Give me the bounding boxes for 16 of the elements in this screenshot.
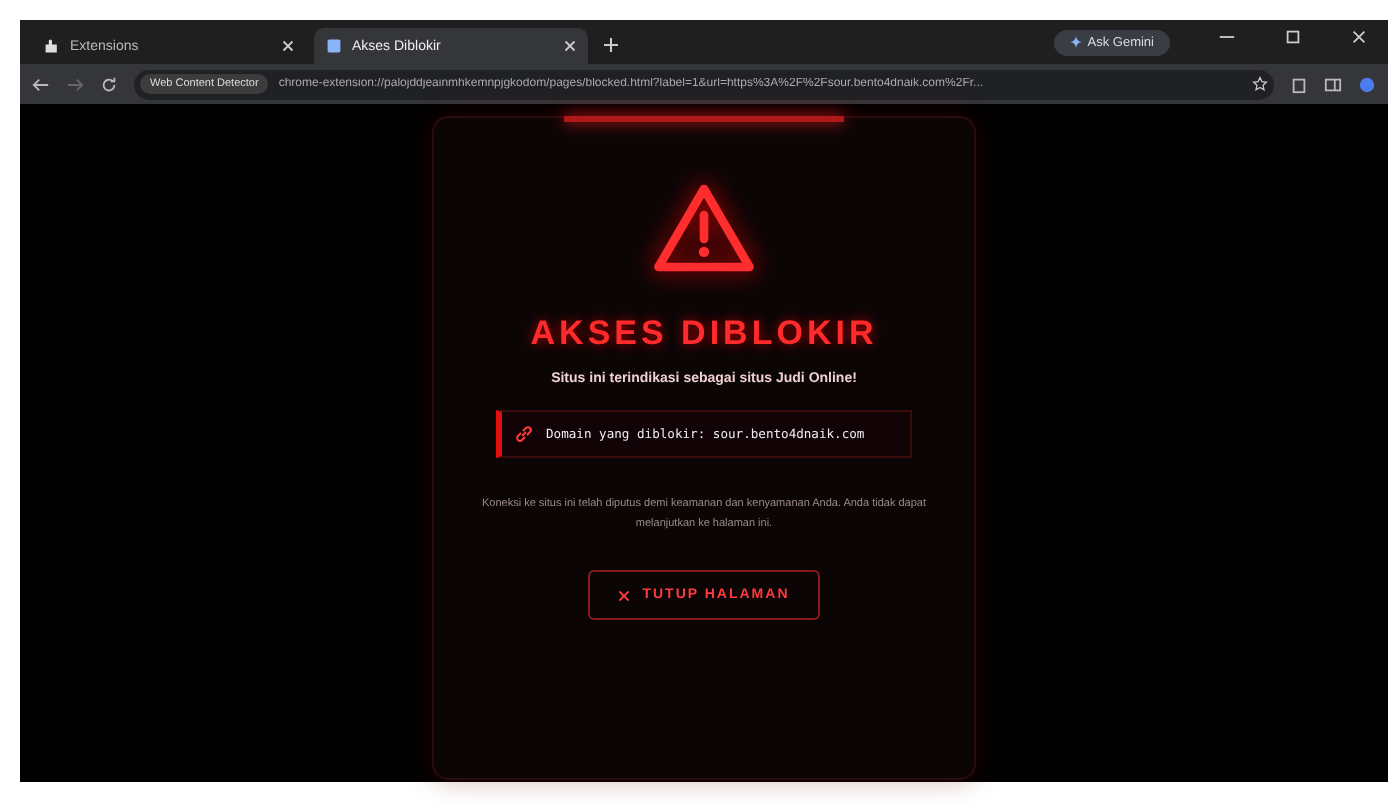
blocked-title: AKSES DIBLOKIR [530, 314, 878, 354]
close-icon [618, 589, 631, 601]
reload-icon[interactable] [100, 75, 118, 93]
star-icon[interactable] [1252, 76, 1268, 92]
close-icon[interactable] [282, 40, 294, 52]
warning-icon [652, 182, 756, 274]
back-icon[interactable] [32, 75, 50, 93]
sidebar-icon[interactable] [1324, 75, 1342, 93]
new-tab-icon[interactable] [604, 38, 618, 52]
close-icon[interactable] [1350, 27, 1368, 45]
restore-icon[interactable] [1284, 27, 1302, 45]
link-icon [514, 424, 534, 444]
profile-icon[interactable] [1358, 75, 1376, 93]
sparkle-icon [1069, 35, 1082, 48]
close-icon[interactable] [564, 40, 576, 52]
page-icon [326, 38, 342, 54]
